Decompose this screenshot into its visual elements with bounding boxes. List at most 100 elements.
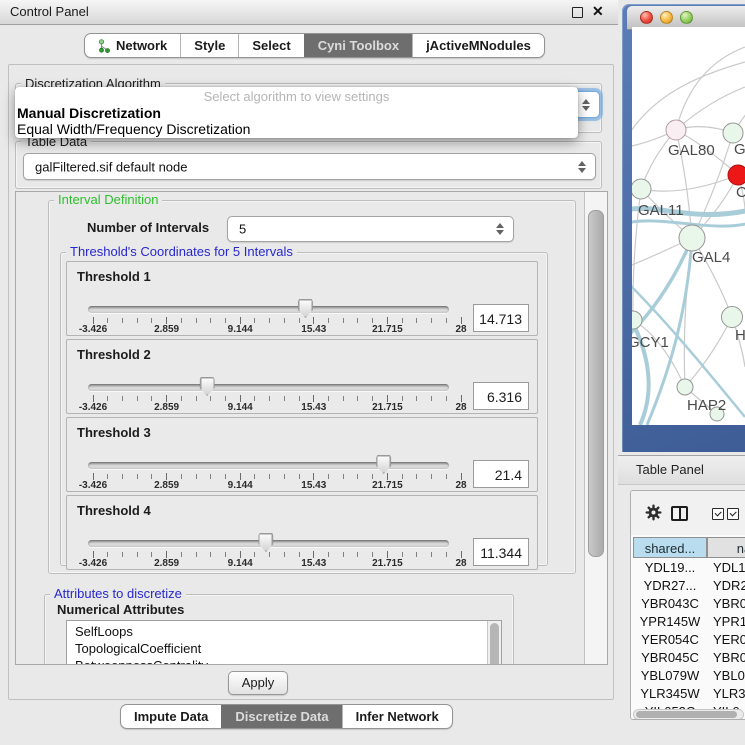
algorithm-option-manual-discretization[interactable]: Manual Discretization bbox=[15, 105, 578, 121]
table-row[interactable]: YDR27... YDR2 bbox=[633, 577, 745, 595]
column-header-na[interactable]: na bbox=[707, 537, 745, 558]
slider-tick bbox=[181, 318, 182, 323]
numerical-attributes-label: Numerical Attributes bbox=[57, 602, 184, 617]
cyni-mode-tabs: Impute DataDiscretize DataInfer Network bbox=[120, 704, 453, 729]
network-highlight-edge bbox=[647, 238, 692, 425]
slider-tick bbox=[299, 318, 300, 323]
checkbox-icon[interactable] bbox=[712, 508, 724, 520]
slider-tick bbox=[416, 552, 417, 557]
attribute-item-selfloops[interactable]: SelfLoops bbox=[67, 623, 501, 640]
tab-style[interactable]: Style bbox=[180, 34, 238, 57]
tab-label: Select bbox=[252, 38, 290, 53]
slider-track[interactable] bbox=[88, 306, 449, 313]
slider-thumb[interactable] bbox=[376, 455, 391, 474]
table-hscrollbar[interactable] bbox=[633, 709, 744, 720]
attribute-item-betweennesscentrality[interactable]: BetweennessCentrality bbox=[67, 657, 501, 665]
node-red[interactable] bbox=[728, 165, 745, 185]
node-gal11[interactable] bbox=[632, 179, 651, 199]
slider-track[interactable] bbox=[88, 384, 449, 391]
threshold-value-box[interactable]: 6.316 bbox=[473, 382, 529, 410]
slider-tick-label: 9.144 bbox=[228, 558, 253, 569]
close-icon[interactable]: ✕ bbox=[592, 3, 604, 20]
threshold-value-box[interactable]: 21.4 bbox=[473, 460, 529, 488]
list-scrollbar-thumb[interactable] bbox=[490, 623, 499, 665]
tab-label: Style bbox=[194, 38, 225, 53]
slider-tick bbox=[166, 473, 167, 480]
table-data-combobox[interactable]: galFiltered.sif default node bbox=[23, 153, 596, 180]
node-gal80[interactable] bbox=[666, 120, 686, 140]
tab-discretize-data[interactable]: Discretize Data bbox=[221, 705, 341, 728]
network-canvas[interactable]: GAL80GACGAL11GAL4GCY1HHAP2 bbox=[632, 27, 745, 425]
gear-icon[interactable] bbox=[645, 504, 662, 521]
slider-thumb[interactable] bbox=[298, 299, 313, 318]
tab-select[interactable]: Select bbox=[238, 34, 303, 57]
slider-tick-label: -3.426 bbox=[79, 402, 107, 413]
table-row[interactable]: YER054CYER0 bbox=[633, 631, 745, 649]
slider-tick bbox=[122, 474, 123, 479]
table-row[interactable]: YBR043CYBR0 bbox=[633, 595, 745, 613]
table-row[interactable]: YLR345WYLR3 bbox=[633, 685, 745, 703]
tab-cyni-toolbox[interactable]: Cyni Toolbox bbox=[304, 34, 412, 57]
slider-track[interactable] bbox=[88, 462, 449, 469]
table-cell: YER054C bbox=[633, 631, 707, 649]
slider-tick bbox=[254, 474, 255, 479]
list-scrollbar[interactable] bbox=[487, 621, 501, 665]
table-row[interactable]: YDL19...YDL1 bbox=[633, 559, 745, 577]
control-panel-title: Control Panel bbox=[10, 4, 89, 19]
table-cell: YDL19... bbox=[633, 559, 707, 577]
close-window-button[interactable] bbox=[640, 11, 653, 24]
table-cell: YDR2 bbox=[713, 577, 745, 595]
network-graph: GAL80GACGAL11GAL4GCY1HHAP2 bbox=[632, 27, 745, 425]
slider-tick bbox=[284, 318, 285, 323]
node-right-mid[interactable] bbox=[722, 307, 743, 328]
network-edge bbox=[676, 47, 745, 130]
table-row[interactable]: YBL079WYBL0 bbox=[633, 667, 745, 685]
tab-jactivemnodules[interactable]: jActiveMNodules bbox=[412, 34, 544, 57]
slider-tick bbox=[107, 474, 108, 479]
slider-tick-label: 2.859 bbox=[154, 558, 179, 569]
split-columns-icon[interactable] bbox=[671, 506, 688, 521]
column-header-shared[interactable]: shared... bbox=[633, 537, 707, 558]
slider-thumb[interactable] bbox=[200, 377, 215, 396]
node-top-right[interactable] bbox=[723, 123, 743, 143]
slider-tick bbox=[166, 551, 167, 558]
slider-tick bbox=[137, 318, 138, 323]
slider-tick bbox=[151, 396, 152, 401]
threshold-value-box[interactable]: 14.713 bbox=[473, 304, 529, 332]
slider-tick bbox=[328, 552, 329, 557]
slider-tick bbox=[122, 552, 123, 557]
table-hscrollbar-thumb[interactable] bbox=[636, 711, 737, 718]
table-row[interactable]: YPR145WYPR1 bbox=[633, 613, 745, 631]
slider-thumb[interactable] bbox=[258, 533, 273, 552]
tab-impute-data[interactable]: Impute Data bbox=[121, 705, 221, 728]
slider-tick bbox=[269, 318, 270, 323]
number-of-intervals-combobox[interactable]: 5 bbox=[227, 216, 514, 242]
slider-tick bbox=[225, 318, 226, 323]
minimize-window-button[interactable] bbox=[660, 11, 673, 24]
tab-network[interactable]: Network bbox=[85, 34, 180, 57]
slider-tick bbox=[196, 474, 197, 479]
checkbox-icon[interactable] bbox=[727, 508, 739, 520]
table-row[interactable]: YBR045CYBR0 bbox=[633, 649, 745, 667]
panel-scrollbar-thumb[interactable] bbox=[588, 210, 604, 557]
node-hap2[interactable] bbox=[677, 379, 693, 395]
attribute-item-topologicalcoefficient[interactable]: TopologicalCoefficient bbox=[67, 640, 501, 657]
apply-button[interactable]: Apply bbox=[228, 671, 288, 695]
slider-tick bbox=[416, 318, 417, 323]
node-gal4[interactable] bbox=[679, 225, 705, 251]
tab-infer-network[interactable]: Infer Network bbox=[342, 705, 452, 728]
slider-tick bbox=[446, 552, 447, 557]
zoom-window-button[interactable] bbox=[680, 11, 693, 24]
node-gcy1[interactable] bbox=[632, 311, 642, 329]
combo-stepper-icon bbox=[582, 99, 590, 111]
table-data-value: galFiltered.sif default node bbox=[35, 159, 187, 174]
control-panel-titlebar: Control Panel ✕ bbox=[0, 0, 618, 25]
slider-tick-label: 28 bbox=[455, 324, 466, 335]
network-node-label: GCY1 bbox=[632, 334, 669, 351]
table-cell: YDR27... bbox=[633, 577, 707, 595]
slider-tick bbox=[269, 474, 270, 479]
panel-scrollbar[interactable] bbox=[584, 192, 607, 664]
float-icon[interactable] bbox=[572, 7, 583, 18]
threshold-value-box[interactable]: 11.344 bbox=[473, 538, 529, 566]
algorithm-option-equal-width-frequency-discretization[interactable]: Equal Width/Frequency Discretization bbox=[15, 121, 578, 137]
